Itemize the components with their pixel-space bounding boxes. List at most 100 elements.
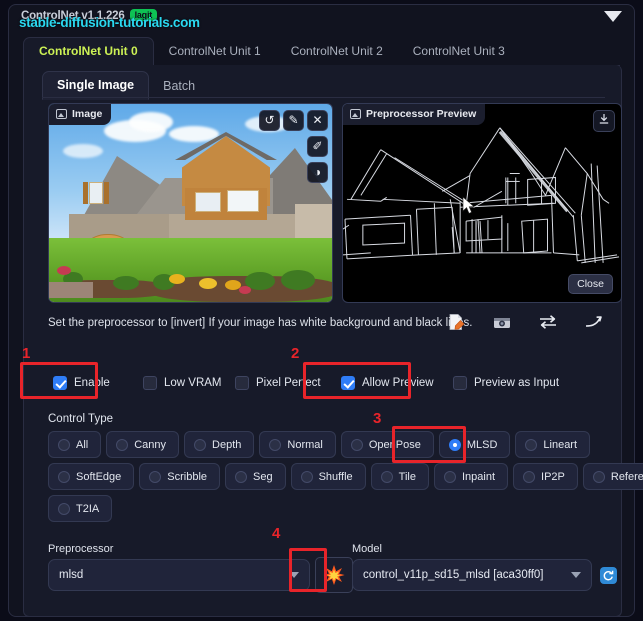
color-picker-icon[interactable]: ◑ <box>307 162 328 183</box>
low-vram-checkbox-box <box>143 376 157 390</box>
radio-icon <box>592 470 605 483</box>
control-type-shuffle-label: Shuffle <box>318 470 353 483</box>
accordion-header[interactable]: ControlNet v1.1.226 lagit stable-diffusio… <box>9 5 634 31</box>
enable-checkbox-label: Enable <box>74 377 110 389</box>
chevron-down-icon <box>571 572 581 578</box>
radio-icon <box>300 470 313 483</box>
preprocessor-dropdown[interactable]: mlsd <box>48 559 310 591</box>
radio-icon <box>58 438 70 451</box>
control-type-mlsd[interactable]: MLSD <box>438 431 511 458</box>
control-type-seg-label: Seg <box>253 470 273 483</box>
low-vram-checkbox[interactable]: Low VRAM <box>143 376 222 390</box>
tab-single-image[interactable]: Single Image <box>42 71 150 100</box>
swap-glyph <box>540 315 556 329</box>
control-type-all[interactable]: All <box>48 431 102 458</box>
edit-file-icon[interactable] <box>445 311 467 333</box>
control-type-scribble-label: Scribble <box>167 470 208 483</box>
send-icon[interactable] <box>583 311 605 333</box>
pixel-perfect-checkbox[interactable]: Pixel Perfect <box>235 376 321 390</box>
control-type-t2ia[interactable]: T2IA <box>48 495 113 522</box>
low-vram-checkbox-label: Low VRAM <box>164 377 222 389</box>
allow-preview-checkbox[interactable]: Allow Preview <box>341 376 434 390</box>
tab-batch[interactable]: Batch <box>149 73 209 100</box>
image-chip-label: Image <box>72 108 103 120</box>
control-type-reference[interactable]: Reference <box>582 463 643 490</box>
radio-icon <box>58 470 70 483</box>
preprocessor-hint: Set the preprocessor to [invert] If your… <box>48 317 473 329</box>
control-type-label: Control Type <box>48 413 113 425</box>
radio-icon <box>523 470 536 483</box>
chevron-down-icon[interactable] <box>604 11 622 22</box>
radio-icon <box>194 438 207 451</box>
enable-checkbox-box <box>53 376 67 390</box>
control-type-depth[interactable]: Depth <box>184 431 255 458</box>
control-type-normal-label: Normal <box>287 438 323 451</box>
tab-controlnet-unit-2[interactable]: ControlNet Unit 2 <box>276 38 398 65</box>
tab-controlnet-unit-1[interactable]: ControlNet Unit 1 <box>154 38 276 65</box>
annotation-number-4: 4 <box>272 525 281 542</box>
swap-icon[interactable] <box>537 311 559 333</box>
control-type-groups: All Canny Depth Normal OpenPose MLSD Lin… <box>48 431 643 527</box>
controlnet-panel: ControlNet v1.1.226 lagit stable-diffusio… <box>0 0 643 621</box>
control-type-t2ia-label: T2IA <box>76 502 100 515</box>
control-type-all-label: All <box>76 438 89 451</box>
control-type-normal[interactable]: Normal <box>259 431 336 458</box>
pixel-perfect-checkbox-box <box>235 376 249 390</box>
controlnet-accordion: ControlNet v1.1.226 lagit stable-diffusio… <box>8 4 643 617</box>
preview-as-input-checkbox-box <box>453 376 467 390</box>
control-type-row-1: All Canny Depth Normal OpenPose MLSD Lin… <box>48 431 608 458</box>
tab-controlnet-unit-0[interactable]: ControlNet Unit 0 <box>23 37 154 66</box>
preprocessor-preview-box[interactable]: Preprocessor Preview Close <box>342 103 622 303</box>
control-type-ip2p[interactable]: IP2P <box>513 463 578 490</box>
control-type-openpose-label: OpenPose <box>368 438 421 451</box>
camera-icon[interactable] <box>491 311 513 333</box>
model-dropdown[interactable]: control_v11p_sd15_mlsd [aca30ff0] <box>352 559 592 591</box>
radio-icon <box>235 470 248 483</box>
run-preprocessor-button[interactable] <box>315 557 353 593</box>
radio-icon <box>525 438 538 451</box>
control-type-openpose[interactable]: OpenPose <box>340 431 434 458</box>
preview-as-input-checkbox[interactable]: Preview as Input <box>453 376 559 390</box>
unit-panel: Single Image Batch Image ↺ ✎ ✕ ✐ ◑ Prepr… <box>23 65 643 617</box>
preview-chip: Preprocessor Preview <box>343 104 486 125</box>
close-icon[interactable]: ✕ <box>307 110 328 131</box>
annotation-number-3: 3 <box>373 410 382 427</box>
control-type-scribble[interactable]: Scribble <box>139 463 221 490</box>
chevron-down-icon <box>289 572 299 578</box>
control-type-softedge[interactable]: SoftEdge <box>48 463 135 490</box>
edit-icon[interactable]: ✎ <box>283 110 304 131</box>
brush-icon[interactable]: ✐ <box>307 136 328 157</box>
version-badge: lagit <box>129 9 158 21</box>
control-type-canny-label: Canny <box>134 438 167 451</box>
allow-preview-checkbox-label: Allow Preview <box>362 377 434 389</box>
allow-preview-checkbox-box <box>341 376 355 390</box>
control-type-tile[interactable]: Tile <box>370 463 429 490</box>
options-row: Enable Low VRAM Pixel Perfect Allow Prev… <box>48 376 608 396</box>
image-icon <box>56 109 67 119</box>
radio-icon <box>380 470 393 483</box>
undo-icon[interactable]: ↺ <box>259 110 280 131</box>
enable-checkbox[interactable]: Enable <box>53 376 110 390</box>
mlsd-line-drawing <box>343 127 620 264</box>
download-icon[interactable] <box>593 110 615 132</box>
refresh-models-button[interactable] <box>600 567 617 584</box>
control-type-lineart[interactable]: Lineart <box>515 431 591 458</box>
control-type-shuffle[interactable]: Shuffle <box>290 463 366 490</box>
control-type-inpaint[interactable]: Inpaint <box>433 463 509 490</box>
control-type-mlsd-label: MLSD <box>466 438 498 451</box>
radio-icon <box>443 470 456 483</box>
control-type-lineart-label: Lineart <box>543 438 578 451</box>
pixel-perfect-checkbox-label: Pixel Perfect <box>256 377 321 389</box>
camera-glyph <box>494 318 510 328</box>
radio-icon <box>448 438 461 451</box>
source-image-box[interactable]: Image ↺ ✎ ✕ ✐ ◑ <box>48 103 333 303</box>
send-glyph <box>585 316 602 327</box>
control-type-softedge-label: SoftEdge <box>76 470 122 483</box>
close-preview-button[interactable]: Close <box>568 274 613 294</box>
tab-controlnet-unit-3[interactable]: ControlNet Unit 3 <box>398 38 520 65</box>
radio-icon <box>149 470 162 483</box>
refresh-icon <box>603 570 614 581</box>
control-type-reference-label: Reference <box>610 470 643 483</box>
control-type-canny[interactable]: Canny <box>106 431 180 458</box>
control-type-seg[interactable]: Seg <box>225 463 286 490</box>
